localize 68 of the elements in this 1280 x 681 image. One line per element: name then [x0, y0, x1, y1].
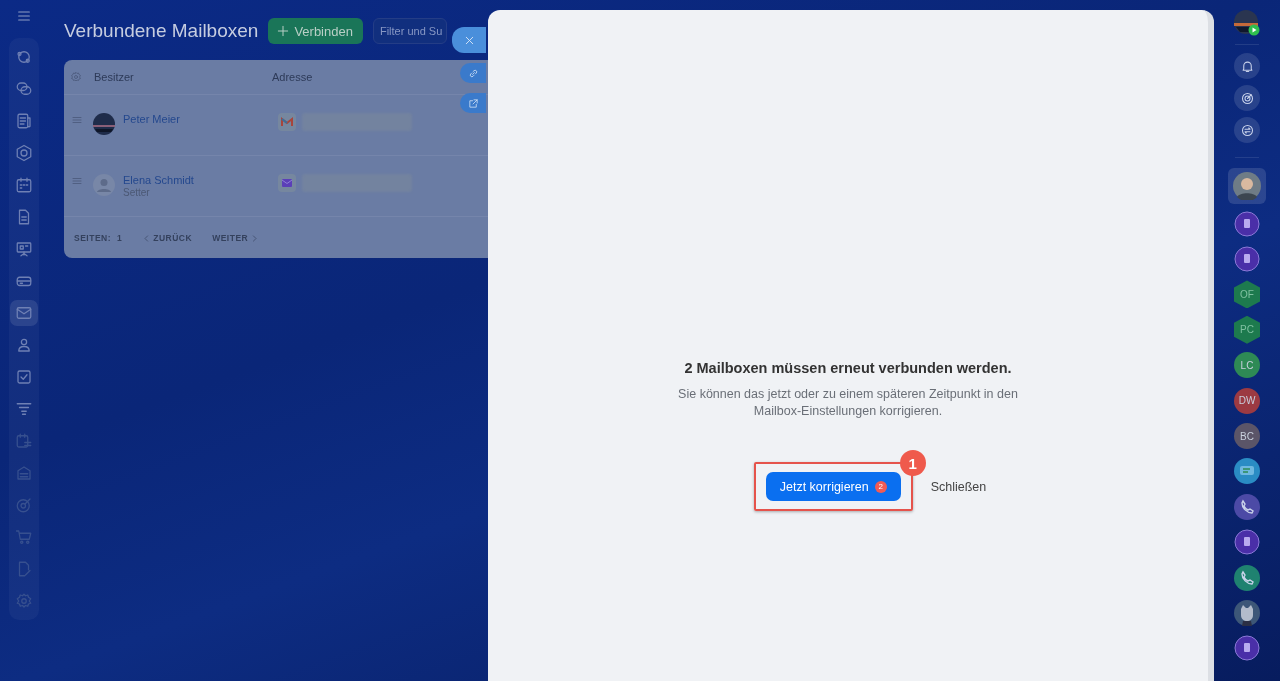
- contact-initials[interactable]: PC: [1234, 315, 1260, 344]
- presentation-icon: [15, 240, 33, 258]
- open-external-button[interactable]: [460, 93, 486, 113]
- contact-initials[interactable]: BC: [1234, 423, 1260, 450]
- envelope-icon: [15, 304, 33, 322]
- calendar-icon: [15, 176, 33, 194]
- dialog-text: Sie können das jetzt oder zu einem späteren Zeitpunkt in den Mailbox-Einstellungen korrigieren.: [677, 386, 1019, 420]
- owner-link[interactable]: Elena Schmidt: [123, 174, 278, 186]
- notification-button[interactable]: [1234, 53, 1260, 79]
- chevron-right-icon: [250, 233, 260, 243]
- contact-initials[interactable]: LC: [1234, 352, 1260, 379]
- open-channel-icon[interactable]: [1234, 635, 1260, 662]
- owner-link[interactable]: Peter Meier: [123, 113, 278, 125]
- phone-icon[interactable]: [1234, 564, 1260, 591]
- close-button[interactable]: [452, 27, 486, 53]
- connect-button[interactable]: Verbinden: [268, 18, 363, 44]
- phone-icon[interactable]: [1234, 493, 1260, 520]
- column-header[interactable]: Adresse: [272, 71, 313, 83]
- avatar[interactable]: [1234, 600, 1260, 626]
- drag-handle-icon: [71, 114, 83, 126]
- drag-handle-icon: [71, 175, 83, 187]
- activity-button[interactable]: [1234, 85, 1260, 111]
- avatar[interactable]: [1233, 172, 1261, 200]
- avatar[interactable]: [1234, 10, 1260, 36]
- avatar: [93, 113, 115, 135]
- people-icon: [15, 336, 33, 354]
- swap-arrows-icon: [1239, 122, 1255, 138]
- cart-icon: [15, 528, 33, 546]
- previous-link[interactable]: ZURÜCK: [142, 233, 193, 243]
- chat-icon[interactable]: [1234, 458, 1260, 485]
- open-channel-icon[interactable]: [1234, 529, 1260, 556]
- copy-link-button[interactable]: [460, 63, 486, 83]
- spiral-icon: [1239, 90, 1255, 106]
- link-icon: [467, 67, 479, 79]
- counter-badge: 2: [874, 480, 887, 493]
- loop-icon: [15, 48, 33, 66]
- warehouse-icon: [15, 464, 33, 482]
- contact-initials[interactable]: DW: [1234, 387, 1260, 414]
- newspaper-icon: [15, 112, 33, 130]
- planner-icon: [15, 432, 33, 450]
- fix-now-button[interactable]: Jetzt korrigieren 2: [765, 472, 901, 501]
- contact-initials[interactable]: OF: [1234, 280, 1260, 309]
- checkbox-icon: [15, 368, 33, 386]
- page-number: 1: [117, 233, 123, 243]
- target-icon: [15, 496, 33, 514]
- open-channel-icon[interactable]: [1234, 210, 1260, 237]
- funnel-icon: [15, 400, 33, 418]
- column-header[interactable]: Besitzer: [90, 71, 272, 83]
- hexagon-icon: [15, 144, 33, 162]
- step-marker: 1: [899, 450, 926, 476]
- settings-icon: [70, 71, 82, 83]
- pages-label: SEITEN:: [74, 233, 112, 243]
- settings-icon: [15, 592, 33, 610]
- search-field[interactable]: Filter und Su: [372, 18, 447, 44]
- sidebar-item[interactable]: [10, 300, 38, 326]
- close-button[interactable]: Schließen: [924, 479, 993, 494]
- plus-icon: [276, 24, 291, 38]
- menu-icon: [16, 8, 32, 24]
- page-title: Verbundene Mailboxen: [64, 20, 259, 42]
- dialog-title: 2 Mailboxen müssen erneut verbunden werden.: [684, 360, 1012, 376]
- chat-icon: [15, 80, 33, 98]
- external-link-icon: [467, 97, 479, 109]
- sync-button[interactable]: [1234, 117, 1260, 143]
- open-channel-icon[interactable]: [1234, 246, 1260, 273]
- next-link[interactable]: WEITER: [212, 233, 260, 243]
- envelope-icon: [278, 174, 296, 192]
- gmail-icon: [278, 113, 296, 131]
- avatar: [93, 174, 115, 196]
